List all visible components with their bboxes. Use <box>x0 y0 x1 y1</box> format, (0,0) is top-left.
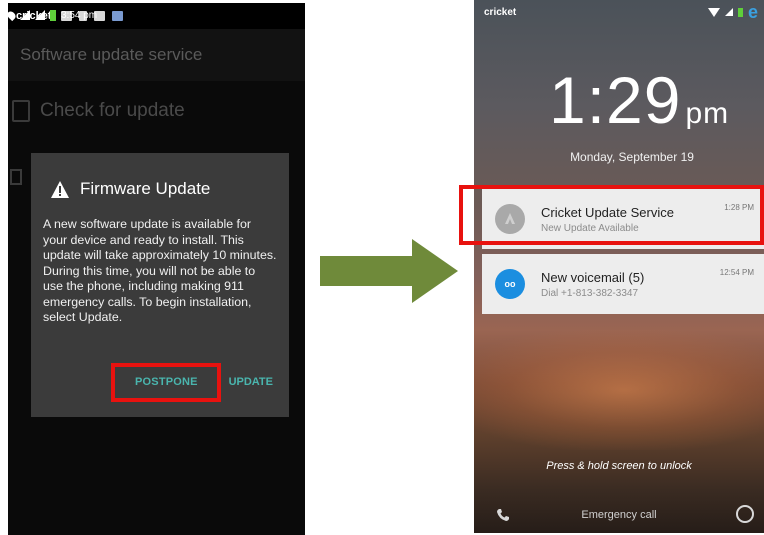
carrier-label: cricket <box>484 6 517 18</box>
right-arrow-icon <box>320 239 458 303</box>
wifi-icon <box>20 10 30 20</box>
camera-icon[interactable] <box>736 505 754 523</box>
status-bar: cricket e <box>474 0 764 24</box>
notification-time: 12:54 PM <box>719 268 754 277</box>
voicemail-icon: oo <box>495 269 525 299</box>
document-icon <box>12 100 30 122</box>
update-button[interactable]: UPDATE <box>229 376 273 388</box>
lockscreen-clock: 1:29 pm <box>549 62 729 138</box>
document-icon <box>10 169 22 185</box>
clock-ampm: pm <box>685 97 730 130</box>
lockscreen-bottom-bar: Emergency call <box>474 497 764 533</box>
left-phone-screen: cricket 3:54 pm Software update service … <box>8 3 305 535</box>
data-badge-icon: e <box>747 2 758 22</box>
dialog-message: A new software update is available for y… <box>43 217 277 324</box>
cricket-icon <box>495 204 525 234</box>
battery-icon <box>50 9 56 21</box>
emergency-call-button[interactable]: Emergency call <box>474 509 764 521</box>
notification-voicemail[interactable]: oo New voicemail (5) Dial +1-813-382-334… <box>482 254 764 314</box>
notification-cricket-update[interactable]: Cricket Update Service New Update Availa… <box>482 189 764 249</box>
check-for-update-item[interactable]: Check for update <box>8 81 305 141</box>
status-time: 3:54 pm <box>61 9 98 21</box>
notification-subtitle: Dial +1-813-382-3347 <box>541 287 639 299</box>
status-bar: cricket 3:54 pm <box>8 3 305 29</box>
check-for-update-label: Check for update <box>40 100 185 121</box>
dialog-title: Firmware Update <box>80 179 211 198</box>
location-icon <box>8 9 18 21</box>
postpone-button[interactable]: POSTPONE <box>135 376 198 388</box>
notification-time: 1:28 PM <box>724 203 754 212</box>
lockscreen-date: Monday, September 19 <box>570 150 694 164</box>
signal-icon <box>35 10 45 20</box>
right-phone-lockscreen: cricket e 1:29 pm Monday, September 19 Cr… <box>474 0 764 533</box>
wifi-icon <box>707 7 720 17</box>
signal-icon <box>724 8 733 16</box>
dialog-actions: POSTPONE UPDATE <box>31 369 289 399</box>
notification-subtitle: New Update Available <box>541 222 639 234</box>
battery-icon <box>737 7 743 17</box>
unlock-hint: Press & hold screen to unlock <box>546 460 692 472</box>
warning-icon <box>51 180 69 198</box>
clock-time: 1:29 <box>549 63 682 137</box>
wallpaper-glow <box>474 330 764 450</box>
firmware-update-dialog: Firmware Update A new software update is… <box>31 153 289 417</box>
app-title: Software update service <box>8 29 305 81</box>
